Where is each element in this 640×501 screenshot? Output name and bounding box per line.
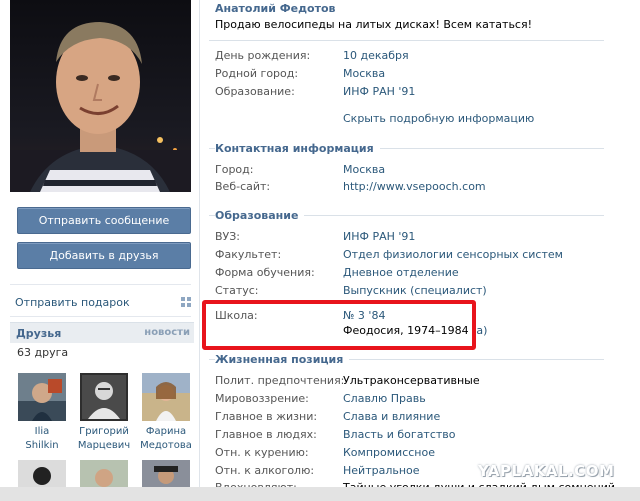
info-label: Главное в жизни: xyxy=(215,410,318,423)
info-label: Образование: xyxy=(215,85,295,98)
info-value-link[interactable]: Отдел физиологии сенсорных систем xyxy=(343,248,563,261)
friend-card[interactable]: Григорий Марцевич xyxy=(74,373,134,453)
friend-surname[interactable]: Марцевич xyxy=(74,439,134,453)
info-label: Главное в людях: xyxy=(215,428,317,441)
send-message-button[interactable]: Отправить сообщение xyxy=(17,207,191,234)
info-label: Полит. предпочтения: xyxy=(215,374,345,387)
info-value-link[interactable]: Компромиссное xyxy=(343,446,435,459)
info-row-faculty: Факультет: Отдел физиологии сенсорных си… xyxy=(215,248,615,264)
bottom-strip xyxy=(0,487,640,501)
info-row-smoking: Отн. к курению: Компромиссное xyxy=(215,446,615,462)
info-value-link[interactable]: Славлю Правь xyxy=(343,392,426,405)
info-value-link[interactable]: Выпускник (специалист) xyxy=(343,284,487,297)
section-title-life-position: Жизненная позиция xyxy=(215,353,350,366)
info-row-status: Статус: Выпускник (специалист) xyxy=(215,284,615,300)
info-row-hometown: Родной город: Москва xyxy=(215,67,615,83)
send-gift-link[interactable]: Отправить подарок xyxy=(15,296,130,309)
friends-title[interactable]: Друзья xyxy=(16,327,61,340)
info-value-link[interactable]: Слава и влияние xyxy=(343,410,440,423)
friend-card[interactable]: Ilia Shilkin xyxy=(12,373,72,453)
info-label: День рождения: xyxy=(215,49,311,62)
info-value-link[interactable]: ИНФ РАН '91 xyxy=(343,230,415,243)
section-title-education: Образование xyxy=(215,209,305,222)
info-row-worldview: Мировоззрение: Славлю Правь xyxy=(215,392,615,408)
info-label: Отн. к курению: xyxy=(215,446,309,459)
profile-photo[interactable] xyxy=(10,0,191,192)
info-value-link[interactable]: 10 декабря xyxy=(343,49,409,62)
left-column: Отправить сообщение Добавить в друзья От… xyxy=(0,0,200,501)
friends-news-link[interactable]: новости xyxy=(144,327,190,338)
profile-status[interactable]: Продаю велосипеды на литых дисках! Всем … xyxy=(215,18,532,31)
toggle-details-link[interactable]: Скрыть подробную информацию xyxy=(343,112,534,125)
profile-name: Анатолий Федотов xyxy=(215,2,336,15)
info-label: Веб-сайт: xyxy=(215,180,271,193)
info-label: Мировоззрение: xyxy=(215,392,309,405)
info-value-link[interactable]: Москва xyxy=(343,163,385,176)
divider xyxy=(209,40,604,41)
friends-header[interactable]: Друзья новости xyxy=(10,322,194,343)
website-link[interactable]: http://www.vsepooch.com xyxy=(343,180,486,193)
friend-avatar[interactable] xyxy=(80,373,128,421)
info-row-life-main: Главное в жизни: Слава и влияние xyxy=(215,410,615,426)
friend-name[interactable]: Ilia xyxy=(12,425,72,439)
friends-count: 63 друга xyxy=(17,346,69,359)
watermark: YAPLAKAL.COM xyxy=(478,462,615,480)
friend-surname[interactable]: Медотова xyxy=(136,439,196,453)
info-value-link[interactable]: Москва xyxy=(343,67,385,80)
friend-avatar[interactable] xyxy=(18,373,66,421)
friend-card[interactable]: Фарина Медотова xyxy=(136,373,196,453)
add-friend-button[interactable]: Добавить в друзья xyxy=(17,242,191,269)
info-label: ВУЗ: xyxy=(215,230,241,243)
info-value: Ультраконсервативные xyxy=(343,374,480,387)
info-label: Отн. к алкоголю: xyxy=(215,464,315,477)
info-row-birthday: День рождения: 10 декабря xyxy=(215,49,615,65)
info-row-city: Город: Москва xyxy=(215,163,615,179)
friend-surname[interactable]: Shilkin xyxy=(12,439,72,453)
info-label: Статус: xyxy=(215,284,259,297)
info-row-website: Веб-сайт: http://www.vsepooch.com xyxy=(215,180,615,196)
divider xyxy=(10,316,191,317)
info-label: Форма обучения: xyxy=(215,266,315,279)
info-value-link[interactable]: ИНФ РАН '91 xyxy=(343,85,415,98)
info-row-people-main: Главное в людях: Власть и богатство xyxy=(215,428,615,444)
friend-avatar[interactable] xyxy=(142,373,190,421)
school-highlight-box xyxy=(202,300,476,350)
friend-name[interactable]: Фарина xyxy=(136,425,196,439)
info-row-university: ВУЗ: ИНФ РАН '91 xyxy=(215,230,615,246)
info-label: Родной город: xyxy=(215,67,299,80)
info-label: Факультет: xyxy=(215,248,282,261)
info-value-link[interactable]: Нейтральное xyxy=(343,464,420,477)
friend-name[interactable]: Григорий xyxy=(74,425,134,439)
gift-icon xyxy=(181,297,191,307)
info-row-politics: Полит. предпочтения: Ультраконсервативны… xyxy=(215,374,615,390)
info-value-link[interactable]: Дневное отделение xyxy=(343,266,459,279)
profile-info-column: Анатолий Федотов Продаю велосипеды на ли… xyxy=(200,0,640,501)
info-row-study-form: Форма обучения: Дневное отделение xyxy=(215,266,615,282)
section-title-contacts: Контактная информация xyxy=(215,142,380,155)
info-value-link[interactable]: Власть и богатство xyxy=(343,428,456,441)
info-row-education: Образование: ИНФ РАН '91 xyxy=(215,85,615,101)
info-label: Город: xyxy=(215,163,254,176)
divider xyxy=(10,284,191,285)
